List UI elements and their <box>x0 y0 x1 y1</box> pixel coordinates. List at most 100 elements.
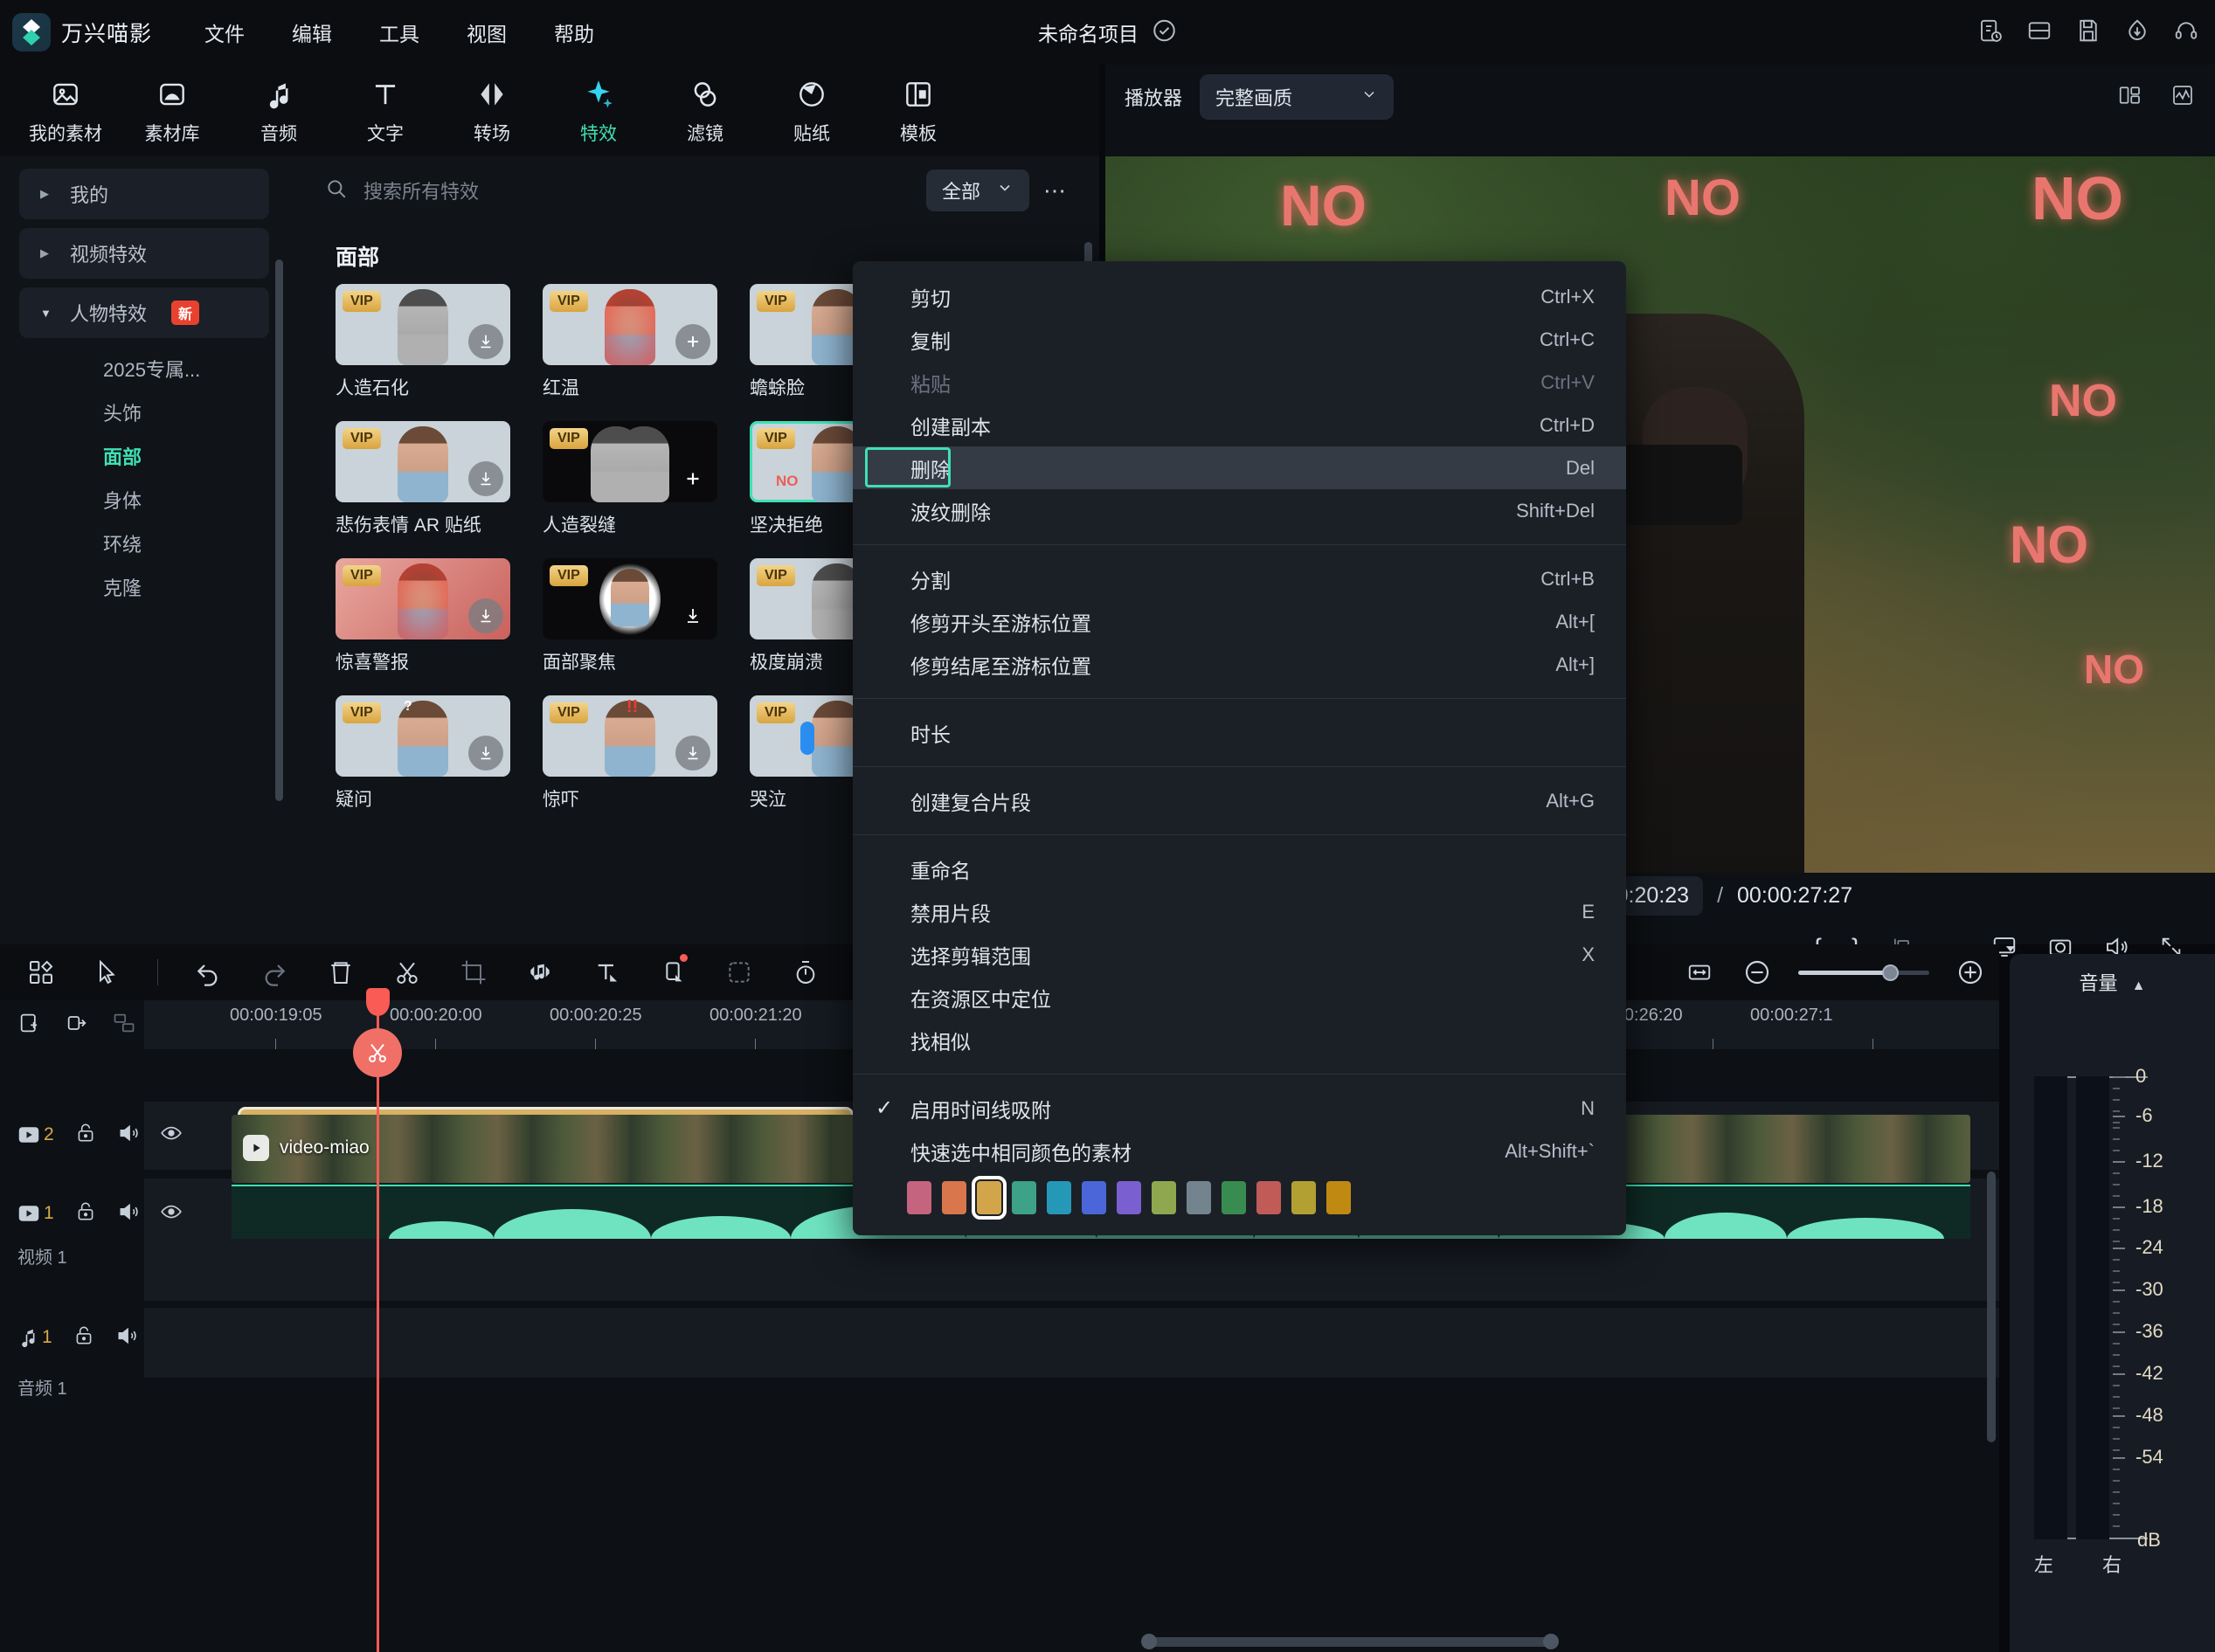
effect-thumbnail[interactable]: VIP !! <box>543 695 717 777</box>
context-menu-item-select-edit-range[interactable]: 选择剪辑范围 X <box>853 933 1626 976</box>
split-at-playhead-button[interactable] <box>353 1028 402 1077</box>
subcategory-face[interactable]: 面部 <box>0 434 288 478</box>
context-menu-item-disable-clip[interactable]: 禁用片段 E <box>853 890 1626 933</box>
context-menu-item-enable-snapping[interactable]: ✓ 启用时间线吸附 N <box>853 1087 1626 1130</box>
color-swatch[interactable] <box>1187 1181 1211 1214</box>
download-icon[interactable] <box>468 736 503 771</box>
sticker-add-icon[interactable] <box>723 956 756 989</box>
quality-dropdown[interactable]: 完整画质 <box>1200 74 1395 120</box>
category-scrollbar[interactable] <box>275 259 283 801</box>
effect-thumbnail[interactable]: VIP ? <box>336 695 510 777</box>
context-menu-item-duplicate[interactable]: 创建副本 Ctrl+D <box>853 404 1626 446</box>
timeline-vertical-scrollbar[interactable] <box>1987 1172 1996 1442</box>
undo-icon[interactable] <box>191 956 225 989</box>
color-swatch[interactable] <box>1117 1181 1141 1214</box>
add-icon[interactable] <box>675 324 710 359</box>
color-swatch[interactable] <box>1082 1181 1106 1214</box>
timeline-horizontal-scrollbar[interactable] <box>1141 1634 1559 1649</box>
effect-thumbnail[interactable]: VIP <box>543 284 717 365</box>
mute-icon[interactable] <box>117 1200 140 1227</box>
tab-filter[interactable]: 滤镜 <box>671 76 739 146</box>
color-swatch[interactable] <box>907 1181 931 1214</box>
color-swatch[interactable] <box>1256 1181 1281 1214</box>
context-menu-item-trim-start[interactable]: 修剪开头至游标位置 Alt+[ <box>853 600 1626 643</box>
zoom-slider-knob[interactable] <box>1882 964 1899 981</box>
context-menu-item-create-compound-clip[interactable]: 创建复合片段 Alt+G <box>853 779 1626 822</box>
effect-thumbnail[interactable]: VIP <box>543 421 717 502</box>
volume-panel-header[interactable]: 音量 ▲ <box>2010 954 2215 996</box>
context-menu-item-select-same-color[interactable]: 快速选中相同颜色的素材 Alt+Shift+` <box>853 1130 1626 1172</box>
tab-template[interactable]: 模板 <box>884 76 952 146</box>
effect-cell[interactable]: VIP 惊喜警报 <box>336 558 510 674</box>
subcategory-2025[interactable]: 2025专属... <box>0 347 288 391</box>
playhead-handle[interactable] <box>366 988 390 1016</box>
lock-icon[interactable] <box>73 1324 95 1351</box>
fit-timeline-icon[interactable] <box>1683 956 1716 989</box>
download-icon[interactable] <box>468 598 503 633</box>
speed-icon[interactable] <box>789 956 822 989</box>
import-icon[interactable] <box>2124 17 2150 48</box>
color-swatch[interactable] <box>1222 1181 1246 1214</box>
download-icon[interactable] <box>468 461 503 496</box>
menu-help[interactable]: 帮助 <box>545 12 603 52</box>
context-menu-item-trim-end[interactable]: 修剪结尾至游标位置 Alt+] <box>853 643 1626 686</box>
category-character-effects[interactable]: ▼ 人物特效 新 <box>19 287 269 338</box>
subcategory-headwear[interactable]: 头饰 <box>0 391 288 434</box>
category-my[interactable]: ▶ 我的 <box>19 169 269 219</box>
tab-transition[interactable]: 转场 <box>458 76 526 146</box>
triangle-up-icon[interactable]: ▲ <box>2132 978 2146 993</box>
layout-toggle-icon[interactable] <box>2026 17 2052 48</box>
grid-view-icon[interactable] <box>2117 82 2143 113</box>
effect-cell[interactable]: VIP !! 惊吓 <box>543 695 717 812</box>
download-icon[interactable] <box>468 324 503 359</box>
search-input[interactable]: 搜索所有特效 <box>325 176 926 204</box>
eye-icon[interactable] <box>160 1122 183 1149</box>
crop-icon[interactable] <box>457 956 490 989</box>
subcategory-clone[interactable]: 克隆 <box>0 565 288 609</box>
subcategory-body[interactable]: 身体 <box>0 478 288 522</box>
effect-cell[interactable]: VIP 悲伤表情 AR 贴纸 <box>336 421 510 537</box>
color-swatch-selected[interactable] <box>972 1176 1007 1220</box>
tab-effects[interactable]: 特效 <box>564 76 633 146</box>
save-icon[interactable] <box>2075 17 2101 48</box>
add-text-icon[interactable] <box>590 956 623 989</box>
tab-text[interactable]: 文字 <box>351 76 419 146</box>
context-menu-item-duration[interactable]: 时长 <box>853 711 1626 754</box>
effect-thumbnail[interactable]: VIP <box>336 558 510 639</box>
menu-file[interactable]: 文件 <box>196 12 253 52</box>
project-history-icon[interactable] <box>1977 17 2004 48</box>
more-options-icon[interactable]: ⋯ <box>1043 177 1068 204</box>
effect-cell[interactable]: VIP 人造裂缝 <box>543 421 717 537</box>
color-swatch[interactable] <box>1291 1181 1316 1214</box>
effect-cell[interactable]: VIP ? 疑问 <box>336 695 510 812</box>
download-icon[interactable] <box>675 598 710 633</box>
add-icon[interactable] <box>675 461 710 496</box>
menu-edit[interactable]: 编辑 <box>283 12 341 52</box>
color-swatch[interactable] <box>1012 1181 1036 1214</box>
context-menu-item-split[interactable]: 分割 Ctrl+B <box>853 557 1626 600</box>
redo-icon[interactable] <box>258 956 291 989</box>
layout-grid-icon[interactable] <box>24 956 58 989</box>
context-menu-item-copy[interactable]: 复制 Ctrl+C <box>853 318 1626 361</box>
scope-icon[interactable] <box>2170 82 2196 113</box>
zoom-slider[interactable] <box>1798 964 1929 981</box>
zoom-out-icon[interactable] <box>1741 956 1774 989</box>
menu-view[interactable]: 视图 <box>458 12 516 52</box>
playhead[interactable] <box>366 988 390 1652</box>
filter-dropdown[interactable]: 全部 <box>925 169 1029 211</box>
context-menu-item-rename[interactable]: 重命名 <box>853 847 1626 890</box>
tab-sticker[interactable]: 贴纸 <box>778 76 846 146</box>
eye-icon[interactable] <box>160 1200 183 1227</box>
category-video-effects[interactable]: ▶ 视频特效 <box>19 228 269 279</box>
audio-detach-icon[interactable] <box>523 956 557 989</box>
effect-cell[interactable]: VIP 面部聚焦 <box>543 558 717 674</box>
delete-icon[interactable] <box>324 956 357 989</box>
context-menu-item-locate-in-library[interactable]: 在资源区中定位 <box>853 976 1626 1019</box>
add-track-icon[interactable] <box>17 1011 42 1040</box>
context-menu-item-find-similar[interactable]: 找相似 <box>853 1019 1626 1061</box>
effect-thumbnail[interactable]: VIP <box>336 421 510 502</box>
lock-icon[interactable] <box>74 1200 97 1227</box>
account-icon[interactable] <box>2173 17 2199 48</box>
link-clips-icon[interactable] <box>65 1011 89 1040</box>
lock-icon[interactable] <box>74 1122 97 1149</box>
